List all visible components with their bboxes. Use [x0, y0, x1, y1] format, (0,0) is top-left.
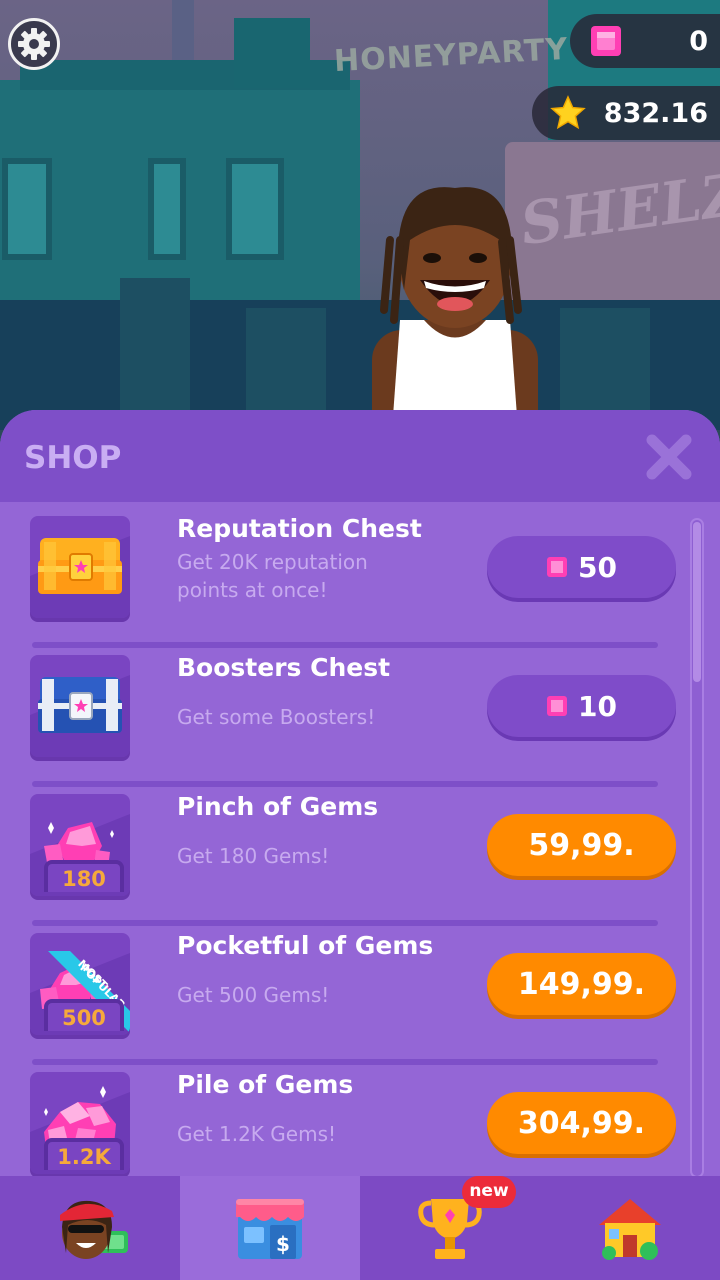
buy-button[interactable]: 149,99.	[487, 953, 676, 1015]
item-title: Reputation Chest	[177, 514, 422, 543]
item-title: Pocketful of Gems	[177, 931, 434, 960]
gem-pack-icon: 180	[30, 794, 130, 896]
gems-value: 0	[689, 25, 708, 57]
close-icon[interactable]	[644, 432, 694, 482]
shop-icon: $	[236, 1199, 304, 1259]
gem-icon	[591, 26, 621, 56]
price-label: 304,99.	[517, 1105, 646, 1141]
shop-item-reputation-chest: Reputation Chest Get 20K reputation poin…	[0, 502, 690, 641]
item-description: Get 180 Gems!	[177, 844, 330, 868]
gem-icon	[547, 557, 568, 577]
price-label: 59,99.	[528, 827, 635, 863]
nav-character[interactable]	[0, 1176, 180, 1280]
price-label: 149,99.	[517, 966, 646, 1002]
gold-chest-icon	[30, 516, 130, 618]
shop-item-boosters-chest: Boosters Chest Get some Boosters! 10	[0, 641, 690, 780]
gems-counter[interactable]: 0	[570, 14, 720, 68]
shop-item-pocketful-of-gems: MOST POPULAR 500 Pocketful of Gems Get 5…	[0, 919, 690, 1058]
shop-item-pile-of-gems: 1.2K Pile of Gems Get 1.2K Gems! 304,99.	[0, 1058, 690, 1180]
shop-title: SHOP	[24, 440, 122, 476]
character-avatar	[372, 187, 538, 430]
stars-value: 832.16	[603, 97, 708, 129]
item-title: Boosters Chest	[177, 653, 391, 682]
chimney	[234, 18, 310, 88]
gem-pile-icon: 1.2K	[30, 1072, 130, 1174]
item-title: Pile of Gems	[177, 1070, 354, 1099]
buy-button[interactable]: 304,99.	[487, 1092, 676, 1154]
buy-button[interactable]: 50	[487, 536, 676, 598]
nav-home[interactable]	[540, 1176, 720, 1280]
item-title: Pinch of Gems	[177, 792, 379, 821]
svg-text:$: $	[276, 1232, 290, 1256]
star-icon	[550, 95, 586, 130]
item-description: Get 20K reputation points at once!	[177, 550, 368, 602]
crate	[120, 278, 190, 430]
gem-pack-icon: MOST POPULAR 500	[30, 933, 130, 1035]
shop-list[interactable]: Reputation Chest Get 20K reputation poin…	[0, 502, 720, 1180]
bottom-nav: $	[0, 1176, 720, 1280]
item-description: Get some Boosters!	[177, 705, 376, 729]
building-window	[148, 158, 186, 260]
gem-amount: 1.2K	[44, 1138, 124, 1170]
item-description: Get 1.2K Gems!	[177, 1122, 337, 1146]
gear-icon	[18, 28, 50, 60]
gem-icon	[547, 696, 568, 716]
price-label: 50	[578, 550, 617, 584]
price-label: 10	[578, 689, 617, 723]
stars-counter[interactable]: 832.16	[532, 86, 720, 140]
nav-shop[interactable]: $	[180, 1176, 360, 1280]
settings-button[interactable]	[8, 18, 60, 70]
building-window	[226, 158, 284, 260]
buy-button[interactable]: 59,99.	[487, 814, 676, 876]
buy-button[interactable]: 10	[487, 675, 676, 737]
character-icon	[60, 1200, 128, 1259]
new-badge: new	[462, 1176, 516, 1208]
blue-chest-icon	[30, 655, 130, 757]
item-description: Get 500 Gems!	[177, 983, 330, 1007]
shop-panel: SHOP Reputation Chest Get 20K reputation…	[0, 410, 720, 1180]
building-window	[2, 158, 52, 260]
gem-amount: 180	[44, 860, 124, 892]
shop-header: SHOP	[0, 410, 720, 502]
scrollbar-thumb[interactable]	[693, 522, 701, 682]
gem-amount: 500	[44, 999, 124, 1031]
scrollbar[interactable]	[690, 518, 704, 1178]
house-icon	[599, 1199, 661, 1260]
shop-item-pinch-of-gems: 180 Pinch of Gems Get 180 Gems! 59,99.	[0, 780, 690, 919]
